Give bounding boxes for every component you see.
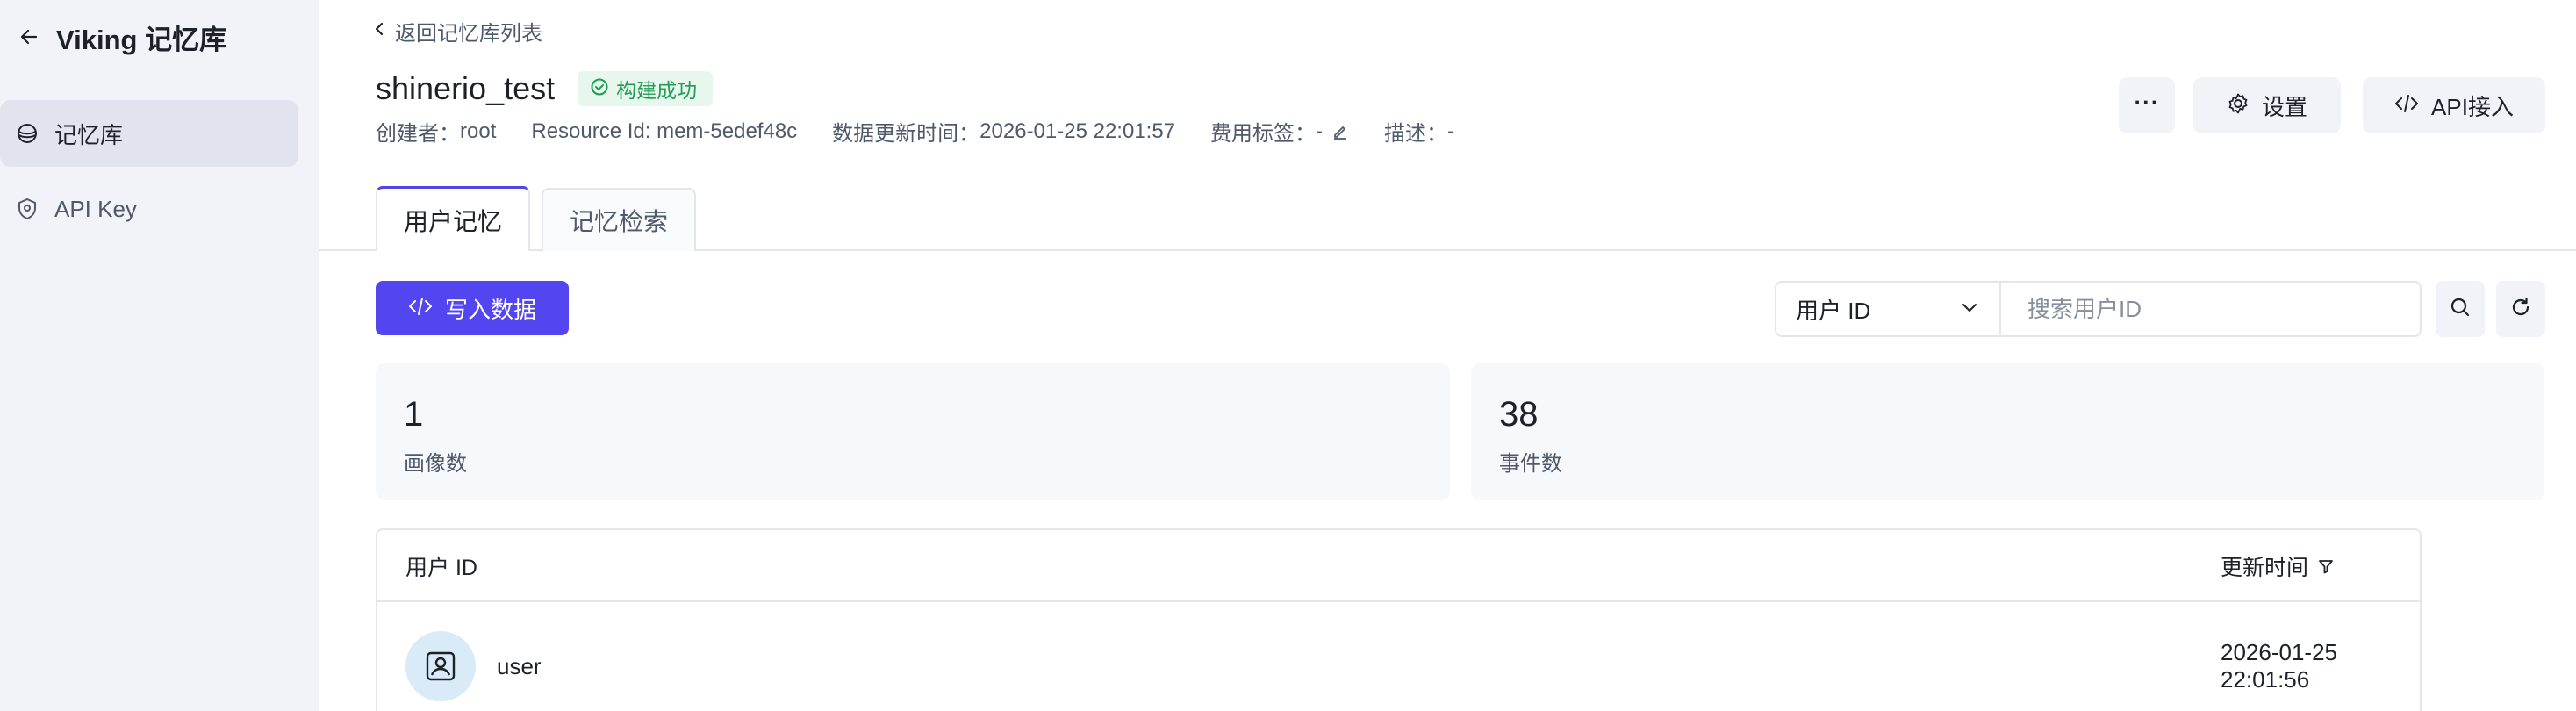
- more-button[interactable]: ···: [2119, 77, 2175, 133]
- back-arrow-icon[interactable]: [16, 24, 42, 50]
- user-table: 用户 ID 更新时间 user 2026-01-25 22:01:56: [376, 528, 2422, 711]
- meta-cost-tag-value: -: [1316, 118, 1324, 143]
- title-row: shinerio_test 构建成功: [376, 70, 714, 107]
- column-header-user-id: 用户 ID: [405, 556, 477, 580]
- refresh-button[interactable]: [2496, 281, 2545, 337]
- column-header-updated: 更新时间: [2221, 530, 2335, 602]
- sidebar-title: Viking 记忆库: [56, 24, 227, 55]
- meta-updated-value: 2026-01-25 22:01:57: [979, 118, 1176, 143]
- meta-cost-tag: 费用标签： -: [1210, 116, 1349, 147]
- chevron-left-icon: [372, 20, 386, 42]
- meta-description: 描述： -: [1384, 116, 1454, 147]
- meta-desc-key: 描述：: [1384, 122, 1448, 146]
- api-access-button[interactable]: API接入: [2363, 77, 2545, 133]
- meta-creator-key: 创建者：: [376, 122, 460, 146]
- api-access-button-label: API接入: [2431, 93, 2514, 120]
- meta-creator-value: root: [460, 118, 497, 143]
- meta-cost-tag-key: 费用标签：: [1210, 122, 1317, 146]
- meta-resource-id: Resource Id: mem-5edef48c: [531, 119, 797, 144]
- table-header: 用户 ID 更新时间: [377, 530, 2420, 602]
- status-badge: 构建成功: [578, 71, 714, 106]
- meta-updated-key: 数据更新时间：: [832, 122, 980, 146]
- search-button[interactable]: [2436, 281, 2485, 337]
- write-data-button[interactable]: 写入数据: [376, 281, 569, 335]
- avatar: [405, 631, 476, 701]
- shield-icon: [14, 196, 40, 222]
- sidebar-item-api-key[interactable]: API Key: [0, 176, 298, 242]
- tab-user-memory[interactable]: 用户记忆: [376, 186, 530, 251]
- more-icon: ···: [2134, 88, 2160, 115]
- main-content: 返回记忆库列表 shinerio_test 构建成功 创建者： root Res…: [319, 0, 2576, 711]
- meta-creator: 创建者： root: [376, 116, 496, 147]
- code-icon: [2394, 92, 2419, 119]
- user-id-value: user: [497, 652, 542, 679]
- stat-value: 38: [1499, 395, 1539, 434]
- search-field-select-value: 用户 ID: [1796, 297, 1871, 324]
- sidebar-item-memory[interactable]: 记忆库: [0, 100, 298, 167]
- search-group: 用户 ID: [1775, 281, 2422, 337]
- table-row[interactable]: user 2026-01-25 22:01:56: [377, 602, 2420, 711]
- settings-button[interactable]: 设置: [2193, 77, 2341, 133]
- gear-icon: [2227, 92, 2250, 119]
- column-header-updated-label: 更新时间: [2221, 556, 2309, 580]
- stat-label: 事件数: [1499, 452, 1562, 476]
- page-title: shinerio_test: [376, 70, 556, 106]
- tab-memory-search[interactable]: 记忆检索: [542, 188, 696, 251]
- meta-resource-key: Resource Id:: [531, 118, 657, 143]
- settings-button-label: 设置: [2261, 93, 2307, 120]
- stat-value: 1: [404, 395, 424, 434]
- updated-time-value: 2026-01-25 22:01:56: [2221, 639, 2337, 693]
- user-cell: user: [405, 602, 542, 711]
- meta-desc-value: -: [1447, 118, 1455, 143]
- code-icon: [408, 295, 433, 322]
- sidebar: Viking 记忆库 记忆库 API Key: [0, 0, 319, 711]
- search-input[interactable]: [2001, 283, 2420, 335]
- breadcrumb-label: 返回记忆库列表: [395, 22, 542, 46]
- meta-updated: 数据更新时间： 2026-01-25 22:01:57: [832, 116, 1175, 147]
- stat-label: 画像数: [404, 452, 467, 476]
- status-badge-label: 构建成功: [616, 79, 698, 102]
- write-data-button-label: 写入数据: [444, 296, 536, 323]
- check-circle-icon: [590, 77, 609, 101]
- refresh-icon: [2509, 296, 2532, 323]
- stat-card-events: 38 事件数: [1471, 363, 2544, 500]
- search-icon: [2449, 296, 2472, 323]
- meta-resource-value: mem-5edef48c: [657, 118, 798, 143]
- meta-row: 创建者： root Resource Id: mem-5edef48c 数据更新…: [376, 116, 1489, 147]
- sidebar-header: Viking 记忆库: [0, 0, 319, 74]
- sidebar-item-label: API Key: [54, 195, 137, 222]
- stat-card-profiles: 1 画像数: [376, 363, 1450, 500]
- breadcrumb[interactable]: 返回记忆库列表: [372, 16, 542, 47]
- search-field-select[interactable]: 用户 ID: [1776, 283, 2001, 335]
- database-icon: [14, 120, 40, 147]
- chevron-down-icon: [1959, 297, 1980, 322]
- sidebar-item-label: 记忆库: [54, 121, 124, 148]
- filter-icon[interactable]: [2317, 557, 2335, 575]
- edit-pencil-icon[interactable]: [1331, 123, 1349, 140]
